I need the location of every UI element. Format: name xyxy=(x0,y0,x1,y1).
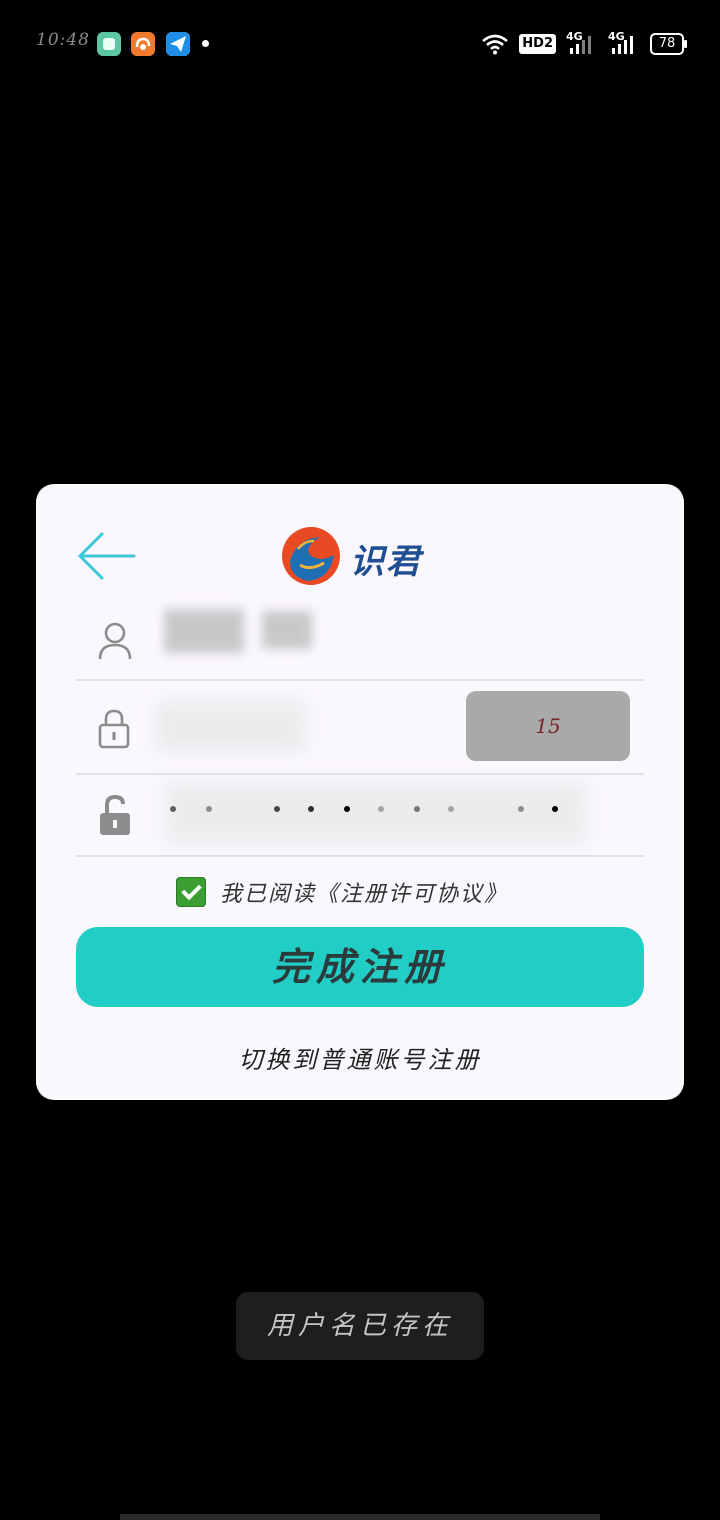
code-value-redacted xyxy=(156,701,306,751)
uc-browser-icon xyxy=(131,32,155,56)
lock-outline-icon xyxy=(98,709,130,749)
notification-app-icon xyxy=(97,32,121,56)
status-bar: 10:48 HD2 4G 4G 78 xyxy=(0,0,720,88)
toast-message: 用户名已存在 xyxy=(236,1292,484,1360)
signal-icon: 4G xyxy=(608,30,640,56)
hd-badge: HD2 xyxy=(519,34,556,54)
agreement-text[interactable]: 我已阅读《注册许可协议》 xyxy=(220,876,508,908)
username-value-redacted xyxy=(164,609,244,653)
switch-register-link[interactable]: 切换到普通账号注册 xyxy=(36,1040,684,1075)
notification-dot xyxy=(202,40,209,47)
brand-logo-icon xyxy=(282,527,340,585)
lock-filled-icon xyxy=(100,795,130,835)
battery-icon: 78 xyxy=(650,33,687,55)
checkbox-checked-icon[interactable] xyxy=(176,877,206,907)
username-row[interactable] xyxy=(76,601,644,681)
arrow-left-icon[interactable] xyxy=(76,530,136,582)
user-icon xyxy=(98,622,132,660)
signal-icon: 4G xyxy=(566,30,598,56)
send-app-icon xyxy=(166,32,190,56)
username-value-redacted xyxy=(262,611,312,649)
status-right-group: HD2 4G 4G 78 xyxy=(481,30,687,58)
brand-name: 识君 xyxy=(350,542,422,582)
status-time: 10:48 xyxy=(36,30,90,50)
get-code-button[interactable]: 15 xyxy=(466,691,630,761)
navigation-bar[interactable] xyxy=(120,1514,600,1520)
register-dialog: 识君 15 我已阅读《注册许可协议》 完成注册 切换到普通账号注册 xyxy=(36,484,684,1100)
password-mask xyxy=(166,806,566,818)
screen: 10:48 HD2 4G 4G 78 识君 15 我已阅读《注册许可协议》 完成… xyxy=(0,0,720,1520)
wifi-icon xyxy=(482,34,509,55)
divider xyxy=(76,855,644,857)
complete-register-button[interactable]: 完成注册 xyxy=(76,927,644,1007)
agreement-row[interactable]: 我已阅读《注册许可协议》 xyxy=(176,876,508,908)
